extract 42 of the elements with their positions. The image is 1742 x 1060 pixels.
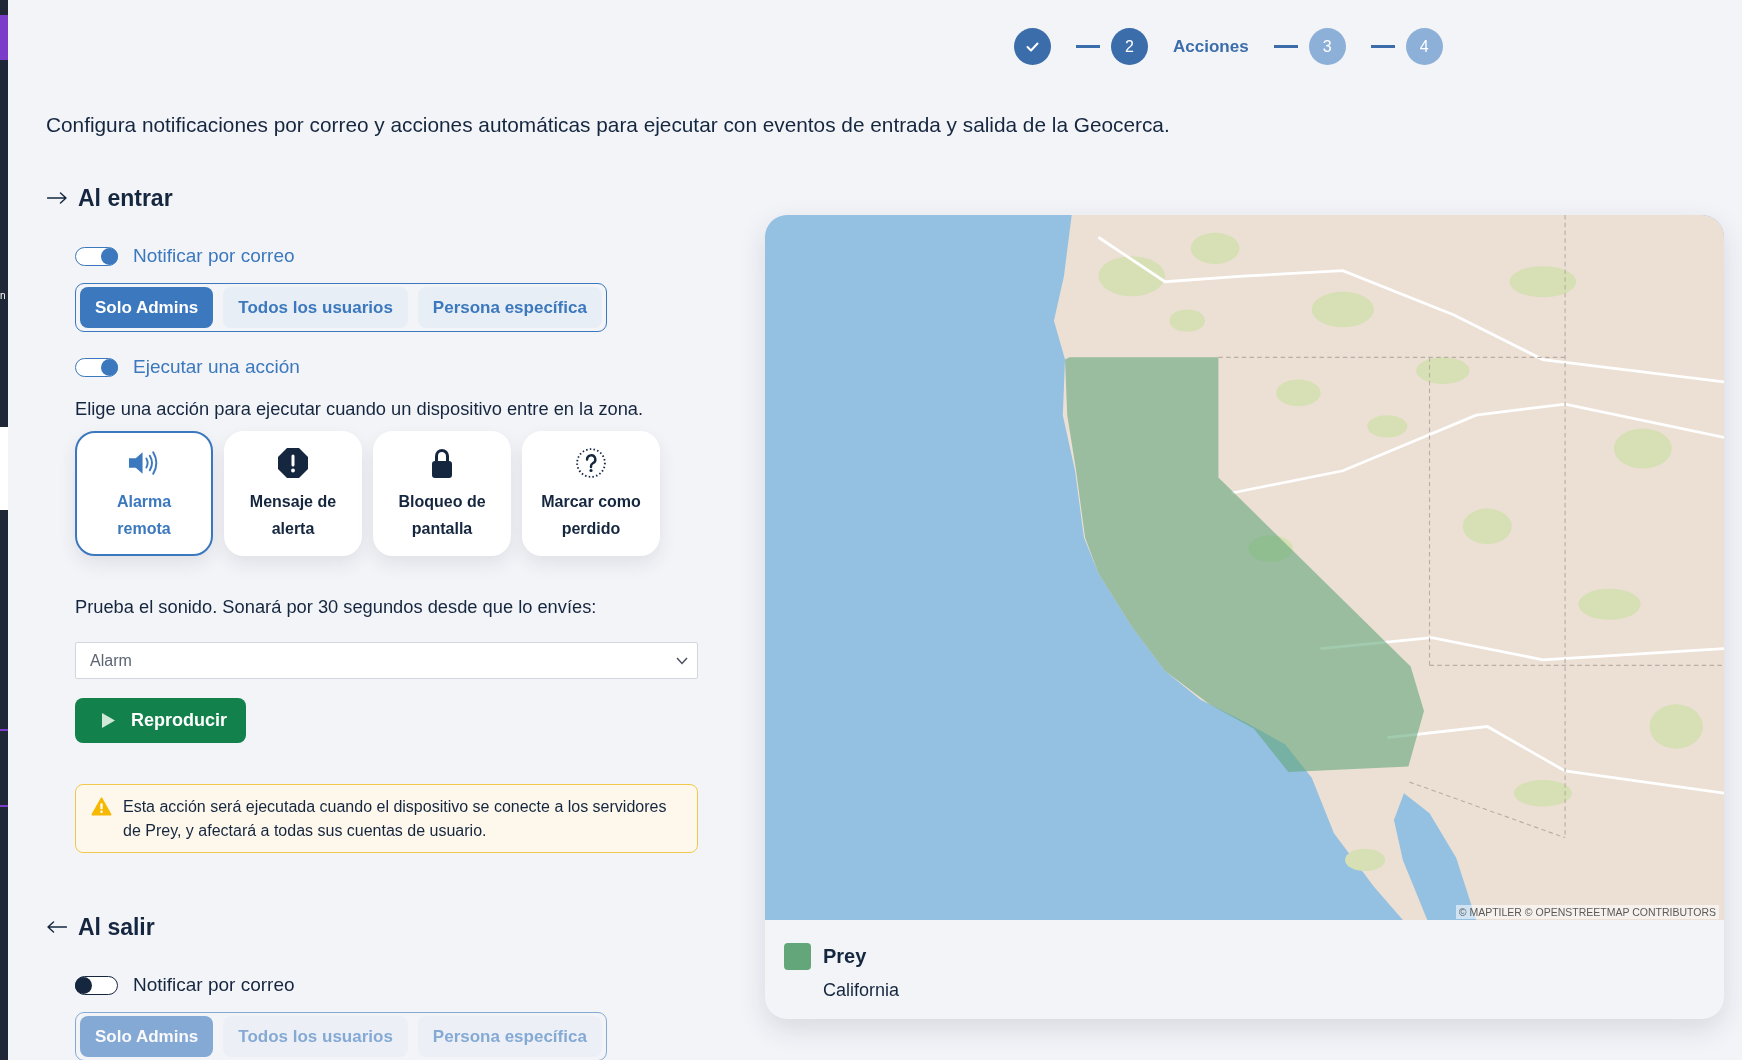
section-title: Al entrar <box>78 184 173 213</box>
instruction-text: Prueba el sonido. Sonará por 30 segundos desde que lo envíes: <box>75 595 597 619</box>
action-card[interactable]: Marcar como perdido <box>522 431 660 556</box>
action-card[interactable]: Mensaje de alerta <box>224 431 362 556</box>
legend-subtitle: California <box>823 979 900 1002</box>
page-description: Configura notificaciones por correo y acciones automáticas para ejecutar con eventos de entrada y salida de la Geocerca. <box>46 112 1171 138</box>
step-title: Acciones <box>1173 36 1249 57</box>
segment-option[interactable]: Persona específica <box>417 287 602 328</box>
speaker-icon <box>128 448 160 478</box>
step-connector <box>1076 45 1100 48</box>
chevron-down-icon <box>676 656 688 665</box>
sidebar-accent-bar <box>0 15 8 60</box>
step-number: 4 <box>1405 28 1443 65</box>
step-number: 2 <box>1111 28 1148 65</box>
toggle-switch[interactable] <box>75 246 118 266</box>
sound-select[interactable]: Alarm <box>75 642 698 679</box>
action-card[interactable]: Bloqueo de pantalla <box>373 431 511 556</box>
notice-text: Esta acción será ejecutada cuando el dispositivo se conecte a los servidores de Prey, y afectará a todas sus cuentas de usuario. <box>123 797 668 841</box>
map-attribution: © MAPTILER © OPENSTREETMAP CONTRIBUTORS <box>1455 905 1719 919</box>
question-circle-icon <box>575 448 607 478</box>
play-icon <box>102 713 115 728</box>
toggle-label: Ejecutar una acción <box>133 355 300 379</box>
toggle-switch[interactable] <box>75 357 118 377</box>
warning-icon <box>91 797 112 816</box>
segment-option[interactable]: Todos los usuarios <box>223 287 408 328</box>
step-connector <box>1370 45 1395 48</box>
sidebar-label: n <box>0 290 7 302</box>
toggle-label: Notificar por correo <box>133 973 295 997</box>
legend-title: Prey <box>823 944 868 969</box>
section-title: Al salir <box>78 913 155 942</box>
step-connector <box>1273 45 1298 48</box>
step-number: 3 <box>1308 28 1346 65</box>
segment-option[interactable]: Solo Admins <box>80 287 214 328</box>
instruction-text: Elige una acción para ejecutar cuando un dispositivo entre en la zona. <box>75 397 644 421</box>
arrow-left-icon <box>47 921 67 933</box>
play-button[interactable]: Reproducir <box>75 698 246 743</box>
lock-icon <box>432 448 452 478</box>
action-card[interactable]: Alarma remota <box>75 431 213 556</box>
toggle-label: Notificar por correo <box>133 244 295 268</box>
toggle-switch[interactable] <box>75 975 118 995</box>
arrow-right-icon <box>47 192 67 204</box>
alert-octagon-icon <box>277 448 309 478</box>
